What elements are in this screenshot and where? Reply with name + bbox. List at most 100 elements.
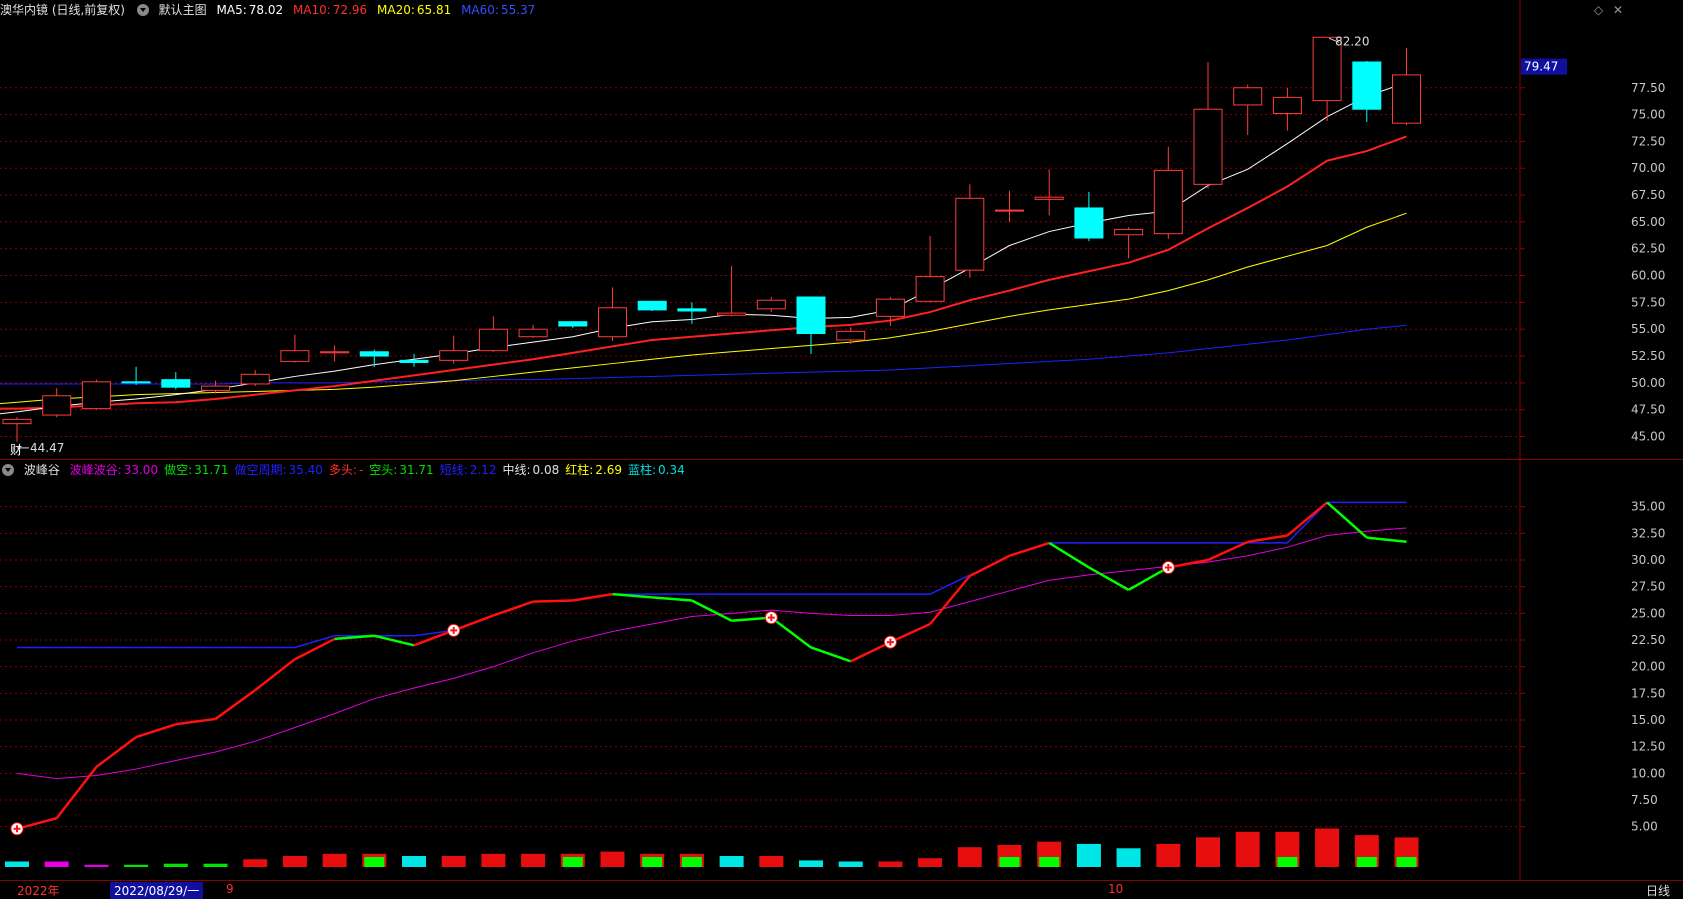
main-line-segment: [572, 592, 613, 602]
y-tick-label: 57.50: [1631, 295, 1665, 309]
green-bar-inner: [681, 857, 702, 867]
candle-body: [598, 307, 627, 338]
green-bar-inner: [1356, 857, 1377, 867]
cyan-bar: [5, 861, 29, 867]
y-tick-label: 10.00: [1631, 766, 1665, 780]
y-tick-label: 70.00: [1631, 161, 1665, 175]
candlestick-chart[interactable]: 45.00 47.50 50.00 52.50 55.00 57.50 60.00 62.50…: [0, 0, 1683, 460]
green-bar: [163, 863, 188, 867]
candle-body: [1114, 228, 1144, 236]
candle-body: [1153, 169, 1183, 235]
cycle-line: [612, 574, 971, 595]
candle-body: [399, 359, 429, 363]
y-tick-label: 55.00: [1631, 322, 1665, 336]
green-bar-inner: [1277, 857, 1298, 867]
y-tick-label: 32.50: [1631, 526, 1665, 540]
y-tick-label: 7.50: [1631, 793, 1658, 807]
y-tick-label: 12.50: [1631, 740, 1665, 754]
price-tag: 79.47: [1524, 60, 1558, 74]
y-tick-label: 52.50: [1631, 349, 1665, 363]
candle-body: [280, 350, 310, 362]
red-bar: [1235, 831, 1260, 867]
main-line-segment: [214, 689, 256, 720]
candle-body: [677, 308, 707, 312]
main-line-segment: [135, 723, 177, 739]
main-line-segment: [55, 766, 98, 819]
green-bar-inner: [1396, 857, 1417, 867]
green-bar: [124, 864, 149, 867]
green-bar-inner: [562, 857, 583, 867]
cyan-bar: [1116, 848, 1141, 867]
candle-body: [201, 385, 230, 391]
candle-body: [1272, 96, 1302, 115]
candle-body: [1193, 108, 1223, 185]
green-bar-inner: [364, 857, 385, 867]
cursor-date: 2022/08/29/一: [110, 882, 204, 899]
candle-body: [2, 418, 32, 425]
indicator-chart[interactable]: 5.00 7.50 10.00 12.50 15.00 17.50 20.00 22.50 25…: [0, 460, 1683, 880]
red-bar: [521, 853, 546, 867]
candle-body: [121, 381, 151, 384]
candle-body: [796, 296, 826, 335]
red-bar: [322, 853, 347, 867]
red-bar: [1315, 828, 1340, 867]
red-bar: [1156, 843, 1181, 867]
candle-body: [756, 299, 786, 310]
candle-body: [836, 330, 866, 341]
red-bar: [600, 851, 625, 867]
candle-body: [1034, 196, 1064, 200]
red-bar: [759, 856, 784, 867]
y-tick-label: 60.00: [1631, 269, 1665, 283]
y-tick-label: 62.50: [1631, 242, 1665, 256]
cyan-bar: [799, 860, 823, 867]
main-line-segment: [1286, 501, 1328, 537]
candle-body: [161, 379, 191, 388]
candle-body: [915, 276, 945, 302]
candle-body: [1074, 207, 1104, 239]
green-bar-inner: [642, 857, 663, 867]
main-line-segment: [492, 600, 534, 617]
main-line-segment: [1207, 540, 1249, 562]
cycle-line: [1049, 501, 1407, 544]
candle-body: [439, 350, 469, 361]
ma60-line: [0, 324, 1407, 385]
main-line-segment: [1247, 534, 1288, 544]
y-tick-label: 17.50: [1631, 686, 1665, 700]
y-tick-label: 22.50: [1631, 633, 1665, 647]
cyan-bar: [402, 856, 426, 867]
main-line-segment: [374, 634, 415, 647]
main-line-segment: [770, 616, 812, 649]
candle-body: [875, 298, 905, 317]
candle-body: [518, 328, 548, 338]
candle-body: [42, 395, 72, 416]
main-line-segment: [1366, 536, 1407, 544]
candle-body: [1392, 74, 1421, 124]
main-line-segment: [1009, 541, 1050, 557]
cyan-bar: [719, 856, 744, 867]
y-tick-label: 30.00: [1631, 553, 1665, 567]
main-line-segment: [691, 599, 733, 622]
main-line-segment: [850, 641, 891, 663]
high-annotation: 82.20: [1335, 34, 1369, 48]
red-bar: [243, 859, 268, 867]
period-button[interactable]: 日线: [1646, 882, 1670, 899]
low-annotation: 44.47: [30, 441, 64, 455]
wave-line: [16, 527, 1407, 780]
candle-body: [717, 312, 747, 316]
red-bar: [878, 861, 903, 867]
candle-body: [320, 351, 350, 354]
main-line-segment: [1127, 566, 1169, 591]
candle-body: [1352, 61, 1382, 110]
main-line-segment: [95, 736, 137, 768]
y-tick-label: 67.50: [1631, 188, 1665, 202]
red-bar: [1196, 837, 1220, 867]
y-tick-label: 50.00: [1631, 376, 1665, 390]
main-line-segment: [533, 599, 573, 603]
cai-marker: 财: [10, 443, 22, 457]
candle-body: [637, 300, 667, 311]
y-tick-label: 27.50: [1631, 580, 1665, 594]
red-bar: [957, 847, 982, 867]
magenta-bar: [44, 861, 69, 867]
main-line-segment: [929, 575, 971, 625]
red-bar: [481, 853, 506, 867]
